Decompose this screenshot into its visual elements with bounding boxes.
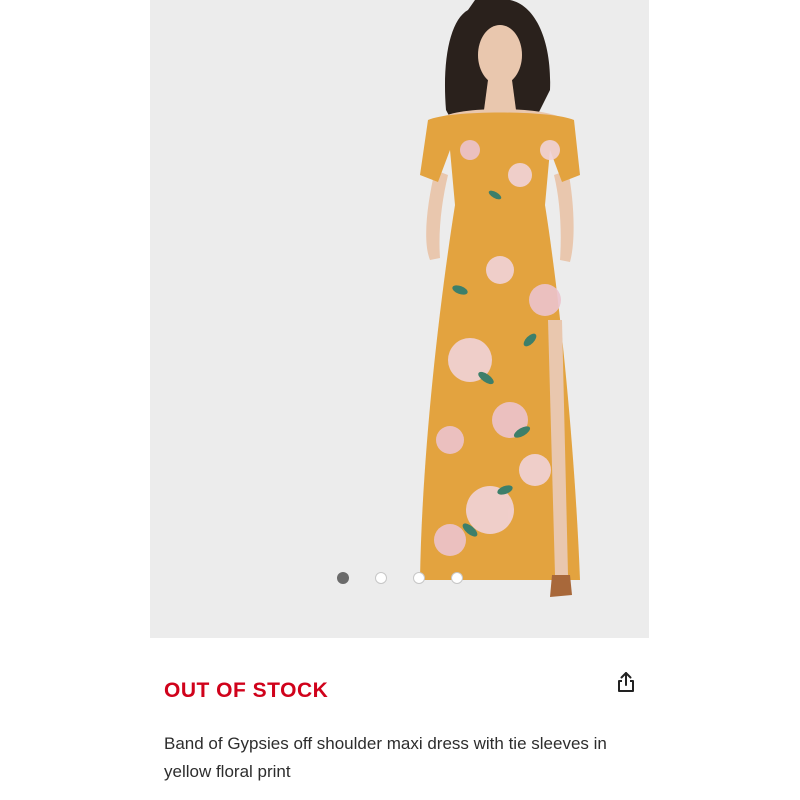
carousel-dot-4[interactable] (450, 572, 463, 584)
image-carousel-dots (150, 572, 649, 586)
model-photo (420, 0, 580, 597)
carousel-dot-1[interactable] (336, 572, 349, 584)
share-button[interactable] (612, 668, 640, 696)
product-image[interactable] (150, 0, 649, 638)
carousel-dot-3[interactable] (412, 572, 425, 584)
carousel-dot-2[interactable] (374, 572, 387, 584)
stock-status-label: OUT OF STOCK (164, 679, 329, 702)
share-icon (618, 672, 634, 692)
product-title: Band of Gypsies off shoulder maxi dress … (164, 734, 607, 781)
